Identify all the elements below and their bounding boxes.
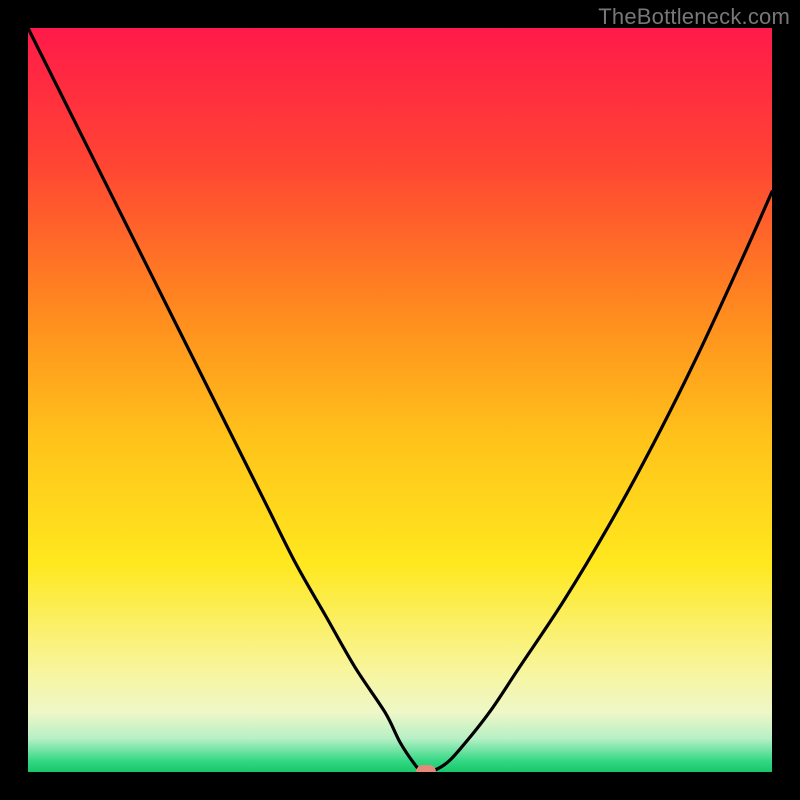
plot-area <box>28 28 772 772</box>
optimum-marker <box>416 765 436 772</box>
bottleneck-curve <box>28 28 772 772</box>
chart-frame: TheBottleneck.com <box>0 0 800 800</box>
attribution-label: TheBottleneck.com <box>598 4 790 30</box>
